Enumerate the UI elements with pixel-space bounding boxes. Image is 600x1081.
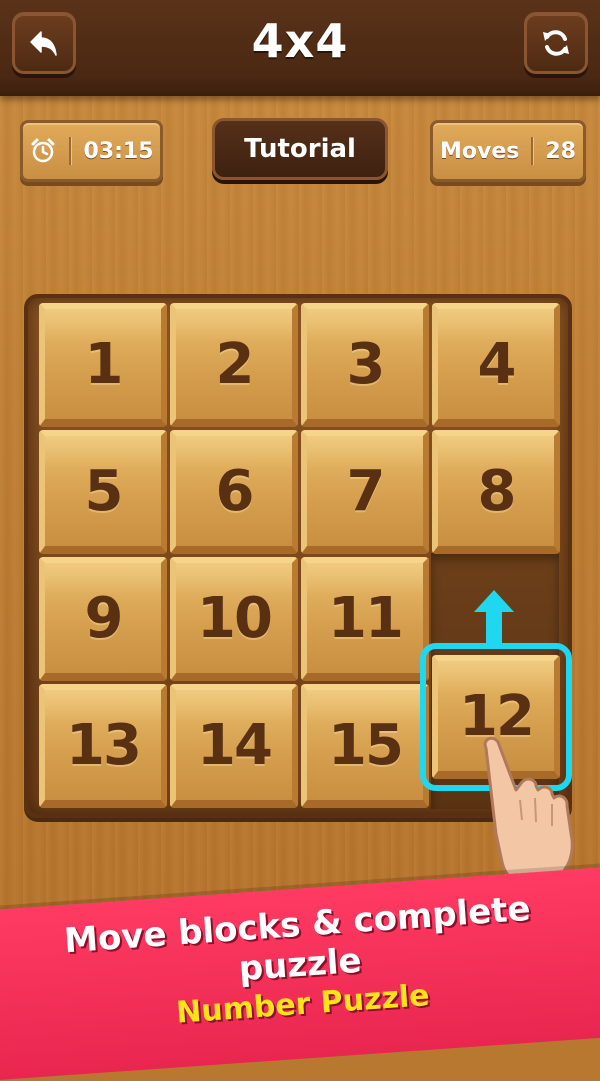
tile-9[interactable]: 9 <box>39 557 167 681</box>
restart-button[interactable] <box>524 12 588 74</box>
tile-1[interactable]: 1 <box>39 303 167 427</box>
moves-divider <box>531 137 534 165</box>
moves-panel: Moves 28 <box>430 120 586 182</box>
tile-5[interactable]: 5 <box>39 430 167 554</box>
tile-10[interactable]: 10 <box>170 557 298 681</box>
timer-value: 03:15 <box>83 138 154 164</box>
moves-label: Moves <box>440 138 520 164</box>
tile-13[interactable]: 13 <box>39 684 167 808</box>
tutorial-button[interactable]: Tutorial <box>212 118 388 180</box>
tile-4[interactable]: 4 <box>432 303 560 427</box>
tile-15[interactable]: 15 <box>301 684 429 808</box>
level-title: 4x4 <box>251 14 349 68</box>
tile-11[interactable]: 11 <box>301 557 429 681</box>
tile-7[interactable]: 7 <box>301 430 429 554</box>
arrow-up-icon <box>474 590 514 644</box>
tile-3[interactable]: 3 <box>301 303 429 427</box>
restart-icon <box>543 30 569 56</box>
timer-divider <box>69 137 72 165</box>
tile-8[interactable]: 8 <box>432 430 560 554</box>
tile-2[interactable]: 2 <box>170 303 298 427</box>
alarm-clock-icon <box>31 138 55 163</box>
tile-6[interactable]: 6 <box>170 430 298 554</box>
pointing-hand-icon <box>483 736 574 889</box>
tile-14[interactable]: 14 <box>170 684 298 808</box>
moves-value: 28 <box>545 138 576 164</box>
timer-panel: 03:15 <box>20 120 163 182</box>
